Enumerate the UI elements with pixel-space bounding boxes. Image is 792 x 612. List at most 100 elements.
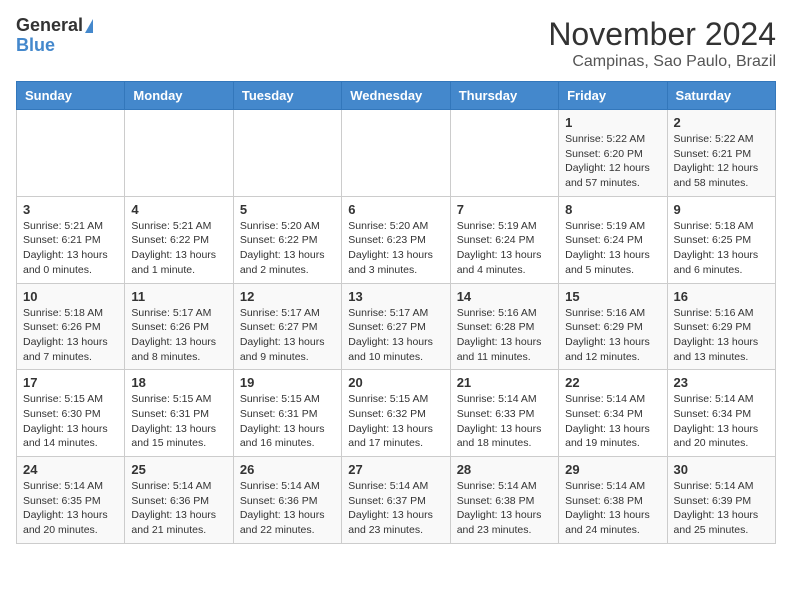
calendar-cell: 18 Sunrise: 5:15 AM Sunset: 6:31 PM Dayli… <box>125 370 233 457</box>
calendar-cell: 26 Sunrise: 5:14 AM Sunset: 6:36 PM Dayli… <box>233 457 341 544</box>
calendar-week-row: 17 Sunrise: 5:15 AM Sunset: 6:30 PM Dayli… <box>17 370 776 457</box>
day-info: Sunrise: 5:20 AM Sunset: 6:22 PM Dayligh… <box>240 219 335 278</box>
day-number: 8 <box>565 202 660 217</box>
day-number: 30 <box>674 462 769 477</box>
calendar-cell: 12Sunrise: 5:17 AM Sunset: 6:27 PM Dayli… <box>233 283 341 370</box>
calendar-cell: 13 Sunrise: 5:17 AM Sunset: 6:27 PM Dayli… <box>342 283 450 370</box>
day-info: Sunrise: 5:18 AM Sunset: 6:25 PM Dayligh… <box>674 219 769 278</box>
day-number: 24 <box>23 462 118 477</box>
day-info: Sunrise: 5:21 AM Sunset: 6:21 PM Dayligh… <box>23 219 118 278</box>
day-number: 13 <box>348 289 443 304</box>
day-info: Sunrise: 5:21 AM Sunset: 6:22 PM Dayligh… <box>131 219 226 278</box>
calendar-cell: 3 Sunrise: 5:21 AM Sunset: 6:21 PM Daylig… <box>17 196 125 283</box>
calendar-cell: 28Sunrise: 5:14 AM Sunset: 6:38 PM Dayli… <box>450 457 558 544</box>
day-info: Sunrise: 5:17 AM Sunset: 6:27 PM Dayligh… <box>348 306 443 365</box>
day-number: 7 <box>457 202 552 217</box>
day-info: Sunrise: 5:16 AM Sunset: 6:28 PM Dayligh… <box>457 306 552 365</box>
day-number: 18 <box>131 375 226 390</box>
day-info: Sunrise: 5:15 AM Sunset: 6:31 PM Dayligh… <box>240 392 335 451</box>
calendar-cell <box>125 110 233 197</box>
calendar-week-row: 10Sunrise: 5:18 AM Sunset: 6:26 PM Dayli… <box>17 283 776 370</box>
calendar-cell: 15 Sunrise: 5:16 AM Sunset: 6:29 PM Dayli… <box>559 283 667 370</box>
calendar-cell: 23 Sunrise: 5:14 AM Sunset: 6:34 PM Dayli… <box>667 370 775 457</box>
calendar-cell: 29Sunrise: 5:14 AM Sunset: 6:38 PM Dayli… <box>559 457 667 544</box>
day-info: Sunrise: 5:15 AM Sunset: 6:30 PM Dayligh… <box>23 392 118 451</box>
weekday-header-wednesday: Wednesday <box>342 82 450 110</box>
calendar-cell: 30 Sunrise: 5:14 AM Sunset: 6:39 PM Dayli… <box>667 457 775 544</box>
calendar-week-row: 3 Sunrise: 5:21 AM Sunset: 6:21 PM Daylig… <box>17 196 776 283</box>
month-title: November 2024 <box>548 16 776 53</box>
page-header: General Blue November 2024 Campinas, Sao… <box>16 16 776 71</box>
calendar-cell: 2Sunrise: 5:22 AM Sunset: 6:21 PM Daylig… <box>667 110 775 197</box>
day-number: 6 <box>348 202 443 217</box>
day-info: Sunrise: 5:17 AM Sunset: 6:27 PM Dayligh… <box>240 306 335 365</box>
day-number: 22 <box>565 375 660 390</box>
logo: General Blue <box>16 16 93 56</box>
calendar-cell: 22 Sunrise: 5:14 AM Sunset: 6:34 PM Dayli… <box>559 370 667 457</box>
day-info: Sunrise: 5:14 AM Sunset: 6:39 PM Dayligh… <box>674 479 769 538</box>
day-info: Sunrise: 5:14 AM Sunset: 6:34 PM Dayligh… <box>674 392 769 451</box>
calendar-cell: 24 Sunrise: 5:14 AM Sunset: 6:35 PM Dayli… <box>17 457 125 544</box>
day-number: 17 <box>23 375 118 390</box>
weekday-header-tuesday: Tuesday <box>233 82 341 110</box>
day-info: Sunrise: 5:14 AM Sunset: 6:33 PM Dayligh… <box>457 392 552 451</box>
day-info: Sunrise: 5:14 AM Sunset: 6:38 PM Dayligh… <box>565 479 660 538</box>
day-info: Sunrise: 5:22 AM Sunset: 6:20 PM Dayligh… <box>565 132 660 191</box>
day-number: 5 <box>240 202 335 217</box>
day-number: 3 <box>23 202 118 217</box>
calendar-cell: 20Sunrise: 5:15 AM Sunset: 6:32 PM Dayli… <box>342 370 450 457</box>
calendar-week-row: 24 Sunrise: 5:14 AM Sunset: 6:35 PM Dayli… <box>17 457 776 544</box>
calendar-cell: 9 Sunrise: 5:18 AM Sunset: 6:25 PM Daylig… <box>667 196 775 283</box>
calendar-cell: 1 Sunrise: 5:22 AM Sunset: 6:20 PM Daylig… <box>559 110 667 197</box>
day-info: Sunrise: 5:16 AM Sunset: 6:29 PM Dayligh… <box>674 306 769 365</box>
calendar-cell: 5 Sunrise: 5:20 AM Sunset: 6:22 PM Daylig… <box>233 196 341 283</box>
day-number: 10 <box>23 289 118 304</box>
calendar-cell: 14Sunrise: 5:16 AM Sunset: 6:28 PM Dayli… <box>450 283 558 370</box>
calendar-cell: 6 Sunrise: 5:20 AM Sunset: 6:23 PM Daylig… <box>342 196 450 283</box>
calendar-cell: 19 Sunrise: 5:15 AM Sunset: 6:31 PM Dayli… <box>233 370 341 457</box>
calendar-cell: 27Sunrise: 5:14 AM Sunset: 6:37 PM Dayli… <box>342 457 450 544</box>
day-info: Sunrise: 5:14 AM Sunset: 6:35 PM Dayligh… <box>23 479 118 538</box>
calendar-cell <box>17 110 125 197</box>
calendar-cell <box>342 110 450 197</box>
calendar-cell: 11 Sunrise: 5:17 AM Sunset: 6:26 PM Dayli… <box>125 283 233 370</box>
day-number: 16 <box>674 289 769 304</box>
day-number: 4 <box>131 202 226 217</box>
day-info: Sunrise: 5:17 AM Sunset: 6:26 PM Dayligh… <box>131 306 226 365</box>
day-number: 11 <box>131 289 226 304</box>
location-subtitle: Campinas, Sao Paulo, Brazil <box>548 53 776 71</box>
day-info: Sunrise: 5:20 AM Sunset: 6:23 PM Dayligh… <box>348 219 443 278</box>
day-info: Sunrise: 5:19 AM Sunset: 6:24 PM Dayligh… <box>457 219 552 278</box>
weekday-header-sunday: Sunday <box>17 82 125 110</box>
day-info: Sunrise: 5:14 AM Sunset: 6:34 PM Dayligh… <box>565 392 660 451</box>
logo-blue: Blue <box>16 36 55 56</box>
calendar-cell: 16 Sunrise: 5:16 AM Sunset: 6:29 PM Dayli… <box>667 283 775 370</box>
logo-general: General <box>16 16 83 36</box>
day-number: 26 <box>240 462 335 477</box>
calendar-cell: 4 Sunrise: 5:21 AM Sunset: 6:22 PM Daylig… <box>125 196 233 283</box>
calendar-header: SundayMondayTuesdayWednesdayThursdayFrid… <box>17 82 776 110</box>
weekday-header-saturday: Saturday <box>667 82 775 110</box>
day-number: 19 <box>240 375 335 390</box>
day-number: 15 <box>565 289 660 304</box>
day-number: 23 <box>674 375 769 390</box>
day-number: 21 <box>457 375 552 390</box>
weekday-header-thursday: Thursday <box>450 82 558 110</box>
day-number: 25 <box>131 462 226 477</box>
day-info: Sunrise: 5:15 AM Sunset: 6:31 PM Dayligh… <box>131 392 226 451</box>
calendar-cell: 17 Sunrise: 5:15 AM Sunset: 6:30 PM Dayli… <box>17 370 125 457</box>
calendar-cell <box>450 110 558 197</box>
day-info: Sunrise: 5:16 AM Sunset: 6:29 PM Dayligh… <box>565 306 660 365</box>
weekday-header-row: SundayMondayTuesdayWednesdayThursdayFrid… <box>17 82 776 110</box>
calendar-cell: 8Sunrise: 5:19 AM Sunset: 6:24 PM Daylig… <box>559 196 667 283</box>
weekday-header-monday: Monday <box>125 82 233 110</box>
day-number: 27 <box>348 462 443 477</box>
calendar-table: SundayMondayTuesdayWednesdayThursdayFrid… <box>16 81 776 544</box>
calendar-body: 1 Sunrise: 5:22 AM Sunset: 6:20 PM Daylig… <box>17 110 776 544</box>
calendar-cell <box>233 110 341 197</box>
title-block: November 2024 Campinas, Sao Paulo, Brazi… <box>548 16 776 71</box>
day-number: 9 <box>674 202 769 217</box>
day-info: Sunrise: 5:14 AM Sunset: 6:36 PM Dayligh… <box>240 479 335 538</box>
day-info: Sunrise: 5:15 AM Sunset: 6:32 PM Dayligh… <box>348 392 443 451</box>
day-number: 1 <box>565 115 660 130</box>
